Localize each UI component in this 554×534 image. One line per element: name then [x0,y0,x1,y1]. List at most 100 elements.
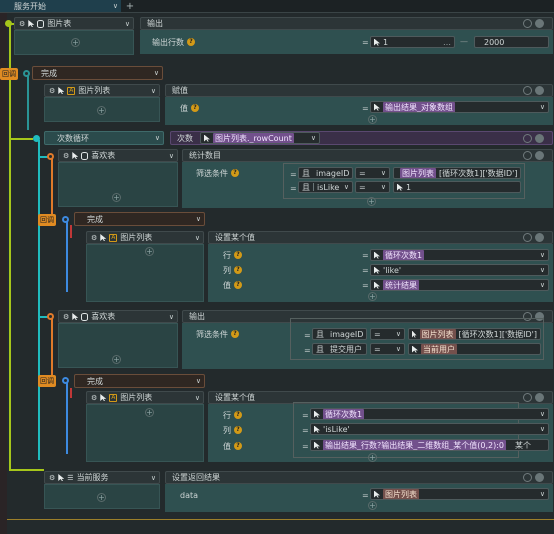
n1-add-button[interactable]: + [71,38,80,47]
n11-source-header[interactable]: ⚙ ☰ 当前服务 ∨ [44,471,160,484]
gear-icon[interactable]: ⚙ [49,87,55,95]
n8-cond1-operator[interactable]: = ∨ [370,343,405,355]
help-icon[interactable]: ? [234,251,242,259]
n5-cond0-field[interactable]: 且 imageID ∨ [298,167,353,179]
n7-row0-value[interactable]: 循环次数1 ∨ [370,249,549,261]
n3-source-header[interactable]: ⚙ A 图片列表 ∨ [44,84,160,97]
n10-row1-value[interactable]: 'isLike' ∨ [310,423,549,435]
help-icon[interactable]: ? [234,266,242,274]
n11-add-button[interactable]: + [97,493,106,502]
chevron-down-icon[interactable]: ∨ [169,313,174,321]
help-icon[interactable]: ? [234,411,242,419]
n8-cond0-operator[interactable]: = ∨ [370,328,405,340]
collapse-icon[interactable] [535,134,544,143]
chevron-down-icon[interactable]: ∨ [540,425,545,433]
n1-source-header[interactable]: ⚙ 图片表 ∨ [14,17,134,30]
n5-cond-add-button[interactable]: + [367,197,376,206]
tab-dropdown-icon[interactable]: ∨ [113,2,118,10]
chevron-down-icon[interactable]: ∨ [195,234,200,242]
n2-state-header[interactable]: 完成 ∨ [32,66,163,80]
chevron-down-icon[interactable]: ∨ [396,330,401,338]
chevron-down-icon[interactable]: ∨ [196,377,201,385]
help-icon[interactable]: ? [234,426,242,434]
n5-header-controls[interactable] [523,151,544,160]
n2-connector[interactable] [23,70,30,77]
chevron-down-icon[interactable]: ∨ [540,410,545,418]
chevron-down-icon[interactable]: ∨ [540,266,545,274]
n7-source-header[interactable]: ⚙ A 图片列表 ∨ [86,231,204,244]
n1-output-connector[interactable] [5,20,12,27]
n8-connector[interactable] [47,313,54,320]
n4-count-input[interactable]: 图片列表._rowCount ∨ [200,132,320,144]
collapse-icon[interactable] [535,473,544,482]
n3-add-button[interactable]: + [97,106,106,115]
n1-header-controls[interactable] [523,19,544,28]
n4-header-controls[interactable] [523,134,544,143]
n5-cond1-value[interactable]: 1 [393,181,521,193]
chevron-down-icon[interactable]: ∨ [151,87,156,95]
chevron-down-icon[interactable]: ∨ [154,69,159,77]
n8-cond0-field[interactable]: 且 imageID ∨ [312,328,367,340]
help-icon[interactable]: ? [191,104,199,112]
tab-service-start[interactable]: 服务开始 ∨ [0,0,121,12]
chevron-down-icon[interactable]: ∨ [366,330,367,338]
expand-icon[interactable] [523,393,532,402]
help-icon[interactable]: ? [231,330,239,338]
chevron-down-icon[interactable]: ∨ [169,152,174,160]
chevron-down-icon[interactable]: ∨ [344,183,349,191]
n10-add-button[interactable]: + [145,408,154,417]
n4-mode-header[interactable]: 次数循环 ∨ [44,131,164,145]
help-icon[interactable]: ? [234,442,242,450]
n5-cond1-operator[interactable]: = ∨ [355,181,390,193]
n5-source-header[interactable]: ⚙ 喜欢表 ∨ [58,149,178,162]
chevron-down-icon[interactable]: ∨ [155,134,160,142]
n5-connector[interactable] [47,153,54,160]
n5-cond1-field[interactable]: 且 isLike ∨ [298,181,353,193]
gear-icon[interactable]: ⚙ [19,20,25,28]
n10-row-add-button[interactable]: + [368,453,377,462]
chevron-down-icon[interactable]: ∨ [311,134,316,142]
n1-max-input[interactable]: 2000 [474,36,549,48]
add-tab-button[interactable]: + [124,0,136,12]
n10-row0-value[interactable]: 循环次数1 ∨ [310,408,549,420]
expand-icon[interactable] [523,134,532,143]
chevron-down-icon[interactable]: ∨ [396,345,401,353]
n8-cond0-value[interactable]: 图片列表 [循环次数1]['数据ID'] [408,328,541,340]
n9-state-header[interactable]: 完成 ∨ [74,374,205,388]
n3-header-controls[interactable] [523,86,544,95]
n7-header-controls[interactable] [523,233,544,242]
n6-state-header[interactable]: 完成 ∨ [74,212,205,226]
n10-row2-value[interactable]: 输出结果_行数?输出结果_二维数组_某个值(0,2):0 某个 [310,439,549,451]
n5-cond0-value[interactable]: 图片列表 [循环次数1]['数据ID'] [393,167,521,179]
n8-cond1-field[interactable]: 且 提交用户 ∨ [312,343,367,355]
expand-icon[interactable] [523,86,532,95]
chevron-down-icon[interactable]: ∨ [540,281,545,289]
chevron-down-icon[interactable]: ∨ [352,169,353,177]
n7-row2-value[interactable]: 统计结果 ∨ [370,279,549,291]
help-icon[interactable]: ? [234,281,242,289]
n11-header-controls[interactable] [523,473,544,482]
collapse-icon[interactable] [535,151,544,160]
chevron-down-icon[interactable]: ∨ [540,490,545,498]
n1-min-input[interactable]: 1 … [370,36,455,48]
gear-icon[interactable]: ⚙ [49,474,55,482]
expand-icon[interactable] [523,233,532,242]
expand-icon[interactable] [523,151,532,160]
collapse-icon[interactable] [535,19,544,28]
chevron-down-icon[interactable]: ∨ [365,345,366,353]
chevron-down-icon[interactable]: ∨ [381,183,386,191]
n3-value-input[interactable]: 输出结果_对象数组 ∨ [370,101,549,113]
n10-source-header[interactable]: ⚙ A 图片列表 ∨ [86,391,204,404]
chevron-down-icon[interactable]: ∨ [125,20,130,28]
expand-icon[interactable] [523,19,532,28]
n8-source-header[interactable]: ⚙ 喜欢表 ∨ [58,310,178,323]
n11-value-input[interactable]: 图片列表 ∨ [370,488,549,500]
n11-row-add-button[interactable]: + [368,501,377,510]
n8-add-button[interactable]: + [112,355,121,364]
collapse-icon[interactable] [535,393,544,402]
collapse-icon[interactable] [535,86,544,95]
n7-row-add-button[interactable]: + [368,292,377,301]
help-icon[interactable]: ? [187,38,195,46]
n4-connector[interactable] [33,135,40,142]
chevron-down-icon[interactable]: ∨ [151,474,156,482]
